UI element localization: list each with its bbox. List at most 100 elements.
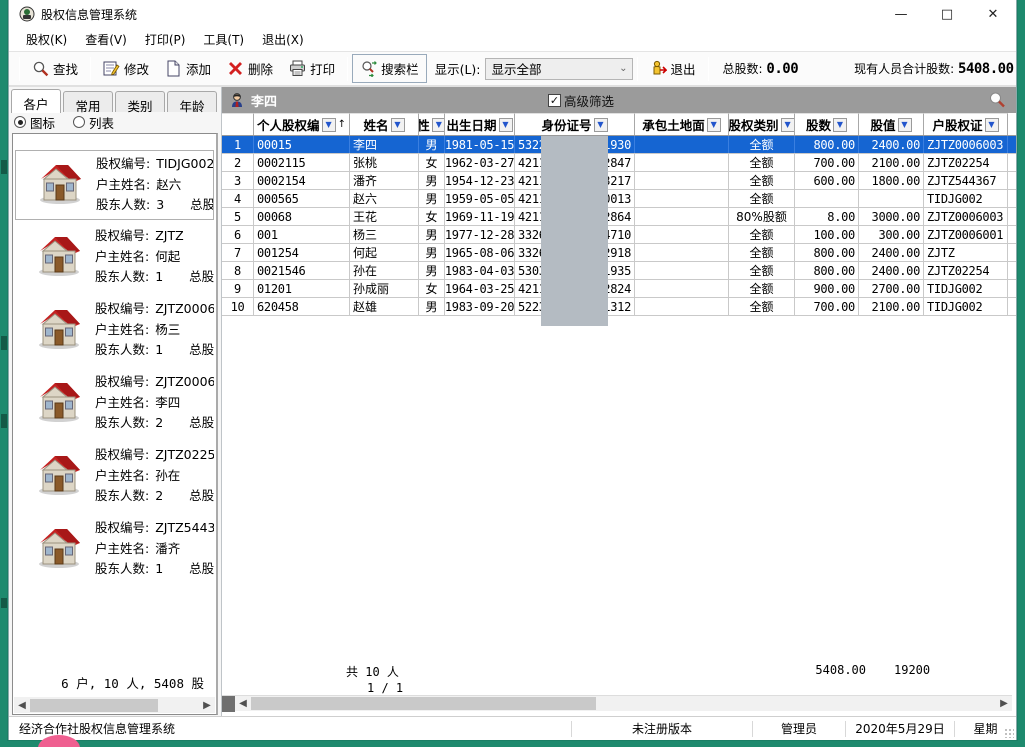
household-item[interactable]: 股权编号:ZJTZ02254户主姓名:孙在股东人数:2总股数 [15,442,214,512]
cell-name: 何起 [350,244,419,261]
table-row[interactable]: 100015李四男1981-05-15532221930全额800.002400… [222,136,1016,154]
grid-horizontal-scrollbar[interactable]: ◀ ▶ [222,695,1012,711]
scroll-left-icon[interactable]: ◀ [235,696,251,712]
filter-dropdown-icon[interactable]: ▼ [499,118,513,132]
house-icon [33,450,83,496]
find-button[interactable]: 查找 [24,54,86,83]
delete-button[interactable]: 删除 [219,54,281,83]
radio-icon-view-label: 图标 [30,113,55,132]
column-header-出生日期[interactable]: 出生日期▼ [445,113,515,135]
cell-value: 3000.00 [859,208,924,225]
cell-cert: TIDJG002 [924,298,1008,315]
table-row[interactable]: 500068王花女1969-11-1942112286480%股额8.00300… [222,208,1016,226]
filter-dropdown-icon[interactable]: ▼ [781,118,795,132]
total-shares-value: 0.00 [766,61,798,77]
filter-dropdown-icon[interactable]: ▼ [898,118,912,132]
toolbar-separator [19,57,20,81]
display-filter-combobox[interactable]: 显示全部 ⌄ [485,58,633,80]
household-item[interactable]: 股权编号:ZJTZ户主姓名:何起股东人数:1总股数 [15,223,214,293]
column-header-承包土地面[interactable]: 承包土地面▼ [635,113,729,135]
table-row[interactable]: 6001杨三男1977-12-28332604710全额100.00300.00… [222,226,1016,244]
column-header-身份证号[interactable]: 身份证号▼ [515,113,635,135]
sidebar-tab-类别[interactable]: 类别 [115,91,165,112]
toolbar-separator [347,57,348,81]
household-item[interactable]: 股权编号:ZJTZ0006003户主姓名:李四股东人数:2总股数 [15,369,214,439]
table-row[interactable]: 10620458赵雄男1983-09-20522321312全额700.0021… [222,298,1016,316]
household-item[interactable]: 股权编号:ZJTZ544367户主姓名:潘齐股东人数:1总股数 [15,515,214,585]
scrollbar-thumb[interactable] [251,697,596,710]
search-icon[interactable] [988,91,1006,109]
scroll-right-icon[interactable]: ▶ [199,697,215,713]
maximize-button[interactable]: □ [924,0,970,28]
column-header-股权类别[interactable]: 股权类别▼ [729,113,795,135]
checkbox-check-icon: ✓ [548,94,561,107]
cell-shares: 800.00 [795,244,859,261]
cell-value: 2700.00 [859,280,924,297]
table-row[interactable]: 20002115张桃女1962-03-27421122847全额700.0021… [222,154,1016,172]
table-row[interactable]: 7001254何起男1965-08-06332622918全额800.00240… [222,244,1016,262]
grid-column-headers: 个人股权编▼↑姓名▼性▼出生日期▼身份证号▼承包土地面▼股权类别▼股数▼股值▼户… [222,113,1016,136]
minimize-button[interactable]: — [878,0,924,28]
table-row[interactable]: 80021546孙在男1983-04-03530321935全额800.0024… [222,262,1016,280]
add-button[interactable]: 添加 [157,54,219,83]
filter-dropdown-icon[interactable]: ▼ [833,118,847,132]
household-item[interactable]: 股权编号:ZJTZ0006001户主姓名:杨三股东人数:1总股数 [15,296,214,366]
sidebar-horizontal-scrollbar[interactable]: ◀ ▶ [14,697,215,713]
scroll-left-icon[interactable]: ◀ [14,697,30,713]
resize-grip[interactable] [1004,728,1014,738]
radio-icon-view[interactable]: 图标 [14,113,55,132]
sidebar-tab-年龄[interactable]: 年龄 [167,91,217,112]
scroll-right-icon[interactable]: ▶ [996,696,1012,712]
household-item[interactable]: 股权编号:TIDJG002户主姓名:赵六股东人数:3总股数 [15,150,214,220]
cell-code: 0002154 [254,172,350,189]
filter-dropdown-icon[interactable]: ▼ [322,118,336,132]
advanced-filter-checkbox[interactable]: ✓ 高级筛选 [548,91,614,110]
scrollbar-thumb[interactable] [30,699,158,712]
print-button[interactable]: 打印 [281,54,343,83]
sidebar-tab-各户[interactable]: 各户 [11,89,61,113]
column-header-label: 身份证号 [541,115,591,134]
household-count-line: 股东人数:2总股数 [95,486,214,507]
filter-dropdown-icon[interactable]: ▼ [432,118,445,132]
filter-dropdown-icon[interactable]: ▼ [391,118,405,132]
cell-shares: 100.00 [795,226,859,243]
table-row[interactable]: 901201孙成丽女1964-03-25421122824全额900.00270… [222,280,1016,298]
field-label-total: 总股数 [189,342,214,357]
column-header-股数[interactable]: 股数▼ [795,113,859,135]
cell-shares: 600.00 [795,172,859,189]
cell-land [635,154,729,171]
exit-button[interactable]: 退出 [642,54,704,83]
radio-list-view[interactable]: 列表 [73,113,114,132]
cell-sex: 男 [419,136,445,153]
column-header-个人股权编[interactable]: 个人股权编▼↑ [254,113,350,135]
cell-code: 620458 [254,298,350,315]
status-user: 管理员 [753,720,845,737]
modify-button[interactable]: 修改 [95,54,157,83]
filter-dropdown-icon[interactable]: ▼ [985,118,999,132]
column-header-户股权证[interactable]: 户股权证▼ [924,113,1008,135]
household-owner: 何起 [155,249,180,264]
column-header-姓名[interactable]: 姓名▼ [350,113,419,135]
menu-item-V[interactable]: 查看(V) [76,28,136,51]
filter-dropdown-icon[interactable]: ▼ [707,118,721,132]
grid-footer-page: 1 / 1 [367,681,403,695]
menu-item-X[interactable]: 退出(X) [253,28,313,51]
searchbar-button[interactable]: 搜索栏 [352,54,427,83]
column-header-性[interactable]: 性▼ [419,113,445,135]
cell-value: 2400.00 [859,244,924,261]
cell-sex: 男 [419,262,445,279]
menu-item-T[interactable]: 工具(T) [194,28,253,51]
sidebar-tab-常用[interactable]: 常用 [63,91,113,112]
menu-item-P[interactable]: 打印(P) [136,28,195,51]
column-header-股值[interactable]: 股值▼ [859,113,924,135]
table-row[interactable]: 30002154潘齐男1954-12-23421123217全额600.0018… [222,172,1016,190]
app-window: 股权信息管理系统 —□✕ 股权(K)查看(V)打印(P)工具(T)退出(X) 查… [8,0,1017,740]
filter-dropdown-icon[interactable]: ▼ [594,118,608,132]
table-row[interactable]: 4000565赵六男1959-05-05421120013全额TIDJG002 [222,190,1016,208]
menu-item-K[interactable]: 股权(K) [17,28,76,51]
house-icon [34,159,84,205]
close-button[interactable]: ✕ [970,0,1016,28]
grid-caption-bar: 李四 ✓ 高级筛选 [222,87,1016,113]
cell-type: 全额 [729,298,795,315]
house-icon [33,304,83,350]
